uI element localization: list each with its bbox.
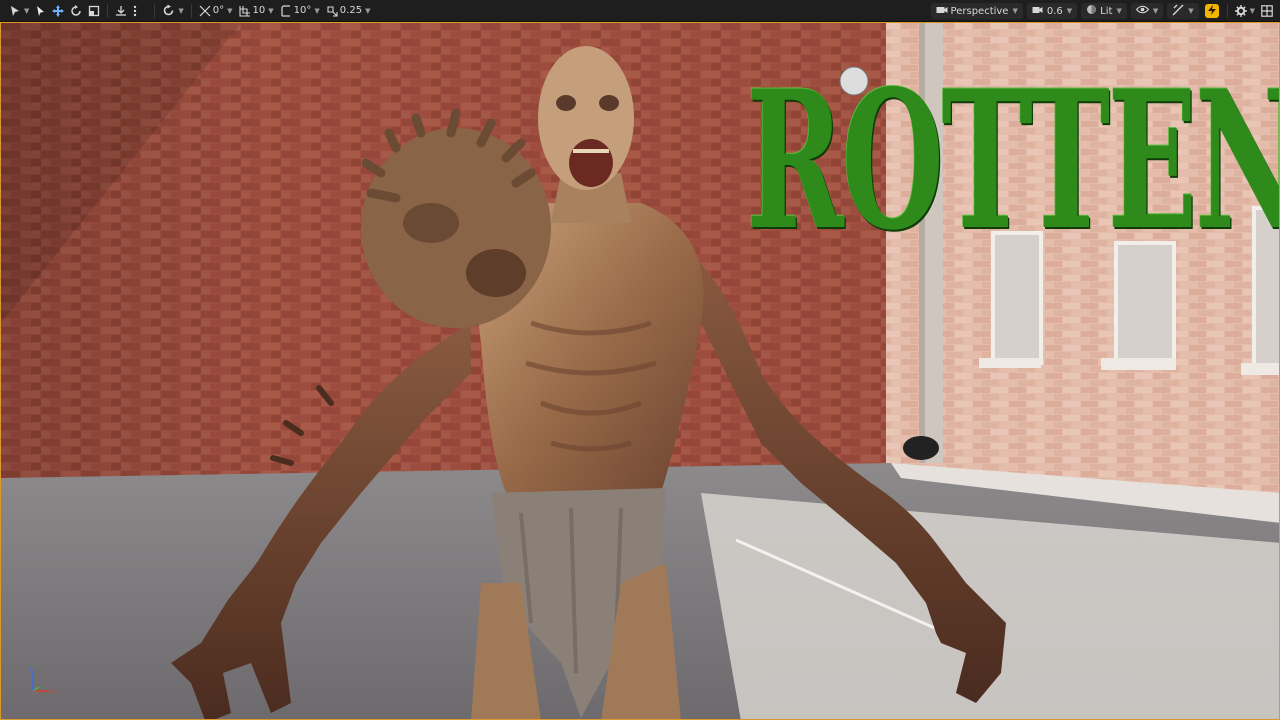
select-mode-button[interactable]: ▼ bbox=[6, 2, 32, 20]
rotate-tool-button[interactable] bbox=[67, 2, 85, 20]
scale-snap-icon bbox=[326, 5, 338, 17]
grid-snap-value: 10 bbox=[252, 5, 266, 16]
layout-icon bbox=[1261, 5, 1273, 17]
gizmo-x-label: x bbox=[52, 688, 56, 696]
rotten-title-logo: ROTTEN bbox=[746, 49, 1280, 272]
chevron-down-icon: ▼ bbox=[268, 6, 274, 15]
view-mode-label: Perspective bbox=[950, 5, 1009, 17]
cursor-icon bbox=[35, 5, 46, 17]
chevron-down-icon: ▼ bbox=[178, 6, 184, 15]
rotate-snap-icon bbox=[280, 4, 292, 17]
viewport-settings-button[interactable]: ▼ bbox=[1232, 2, 1258, 20]
chevron-down-icon: ▼ bbox=[1066, 7, 1073, 15]
settings-icon bbox=[1234, 5, 1247, 17]
camera-speed-value: 0.6 bbox=[1046, 5, 1063, 17]
scale-tool-button[interactable] bbox=[85, 2, 103, 20]
cursor-tool-button[interactable] bbox=[32, 2, 49, 20]
toolbar-divider bbox=[107, 3, 109, 18]
grid-snap-button[interactable]: 10 ▼ bbox=[236, 2, 277, 20]
chevron-down-icon: ▼ bbox=[1188, 7, 1194, 15]
select-icon bbox=[9, 5, 21, 17]
camera-speed-dropdown[interactable]: 0.6 ▼ bbox=[1026, 3, 1078, 19]
surface-snap-icon bbox=[115, 5, 127, 17]
camera-icon bbox=[936, 5, 948, 18]
chevron-down-icon: ▼ bbox=[24, 6, 30, 15]
translate-icon bbox=[52, 4, 65, 17]
chevron-down-icon: ▼ bbox=[1249, 7, 1255, 15]
gizmo-z-label: z bbox=[29, 665, 33, 673]
scale-icon bbox=[88, 5, 100, 17]
axis-gizmo: z x bbox=[29, 665, 56, 696]
more-options-button[interactable] bbox=[130, 2, 140, 20]
surface-snap-button[interactable] bbox=[112, 2, 130, 20]
chevron-down-icon: ▼ bbox=[1012, 7, 1018, 15]
toolbar-right-group: Perspective ▼ 0.6 ▼ Lit ▼ ▼ ▼ ▼ bbox=[929, 0, 1280, 22]
chevron-down-icon: ▼ bbox=[227, 6, 233, 15]
lit-icon bbox=[1086, 4, 1097, 18]
bolt-icon bbox=[1207, 4, 1217, 18]
more-icon bbox=[133, 5, 137, 17]
translate-snap-value: 0° bbox=[212, 5, 225, 16]
scale-snap-button[interactable]: 0.25 ▼ bbox=[323, 2, 374, 20]
scale-snap-value: 0.25 bbox=[339, 5, 363, 16]
performance-icon bbox=[1172, 4, 1184, 19]
lit-mode-dropdown[interactable]: Lit ▼ bbox=[1081, 3, 1127, 19]
angle-snap-icon bbox=[199, 5, 211, 17]
realtime-toggle-button[interactable]: ▼ bbox=[159, 2, 186, 20]
show-icon bbox=[1135, 5, 1150, 17]
chevron-down-icon: ▼ bbox=[1152, 7, 1159, 15]
toolbar-divider bbox=[190, 3, 192, 18]
lit-label: Lit bbox=[1100, 5, 1113, 17]
realtime-active-button[interactable] bbox=[1204, 4, 1219, 18]
toolbar-divider bbox=[154, 3, 156, 18]
chevron-down-icon: ▼ bbox=[314, 6, 320, 15]
transform-tools: ▼ ▼ 0° ▼ 10 ▼ 10° ▼ 0.25 ▼ bbox=[0, 0, 373, 22]
viewport-toolbar: ▼ ▼ 0° ▼ 10 ▼ 10° ▼ 0.25 ▼ Perspective ▼… bbox=[0, 0, 1280, 22]
translate-tool-button[interactable] bbox=[49, 2, 67, 20]
level-viewport[interactable]: ROTTEN z x bbox=[0, 22, 1280, 720]
view-mode-dropdown[interactable]: Perspective ▼ bbox=[930, 3, 1023, 19]
performance-dropdown[interactable]: ▼ bbox=[1167, 3, 1199, 19]
grid-icon bbox=[238, 5, 251, 17]
viewport-layout-button[interactable] bbox=[1258, 2, 1276, 20]
speed-icon bbox=[1032, 5, 1044, 18]
toolbar-divider bbox=[1226, 4, 1228, 18]
chevron-down-icon: ▼ bbox=[365, 6, 371, 15]
chevron-down-icon: ▼ bbox=[1116, 7, 1122, 15]
rotation-snap-button[interactable]: 10° ▼ bbox=[277, 2, 323, 20]
rotation-snap-value: 10° bbox=[293, 5, 312, 16]
rotate-icon bbox=[70, 4, 82, 17]
realtime-icon bbox=[162, 4, 175, 17]
show-flags-dropdown[interactable]: ▼ bbox=[1130, 3, 1164, 19]
translate-snap-button[interactable]: 0° ▼ bbox=[196, 2, 236, 20]
